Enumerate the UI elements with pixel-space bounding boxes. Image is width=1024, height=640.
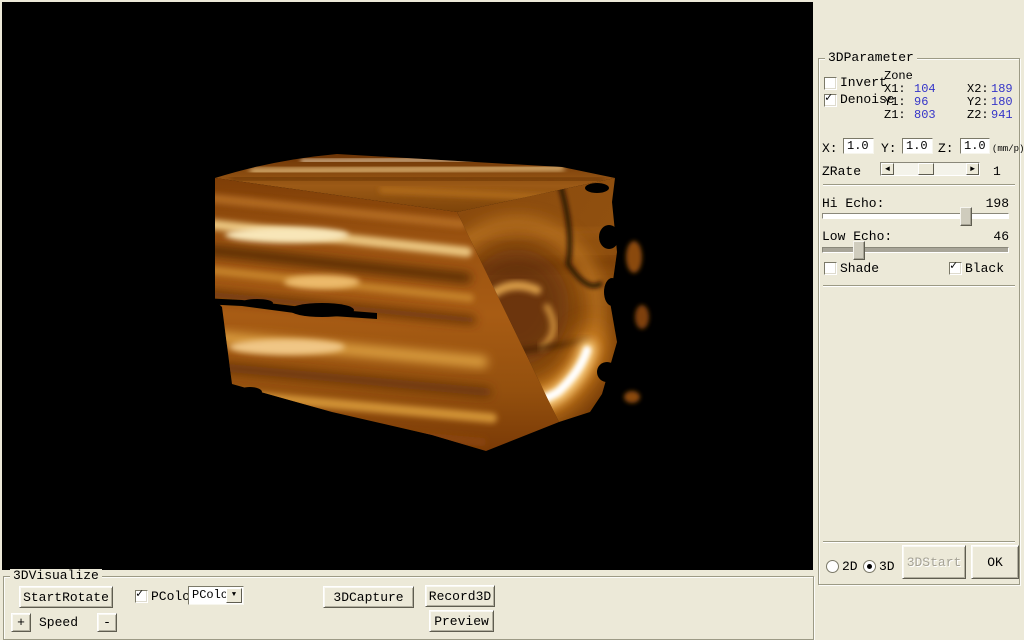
pcolor-checkbox[interactable]: ✓ [135, 590, 148, 603]
low-echo-value: 46 [993, 230, 1009, 243]
hi-echo-slider-thumb[interactable] [960, 207, 972, 226]
zone-z1-value: 803 [914, 109, 936, 121]
scale-unit-label: (mm/p) [992, 143, 1024, 156]
zone-x1-label: X1: [884, 83, 906, 95]
separator [823, 541, 1015, 543]
check-icon: ✓ [136, 588, 143, 600]
zrate-scrollbar[interactable]: ◄ ► [880, 162, 980, 176]
black-label: Black [965, 262, 1004, 275]
speed-minus-button[interactable]: - [97, 613, 117, 632]
visualize-groupbox: 3DVisualize StartRotate ✓ PColor PColor … [3, 576, 814, 640]
shade-label: Shade [840, 262, 879, 275]
separator [823, 285, 1015, 287]
start-rotate-button[interactable]: StartRotate [19, 586, 113, 608]
low-echo-slider-thumb[interactable] [853, 241, 865, 260]
record-3d-button[interactable]: Record3D [425, 585, 495, 607]
scale-z-label: Z: [938, 142, 954, 155]
black-checkbox[interactable]: ✓ [949, 262, 962, 275]
parameter-groupbox: 3DParameter ✓ Invert ✓ Denoise Zone X1: … [818, 58, 1020, 585]
check-icon: ✓ [825, 92, 832, 104]
zrate-scroll-thumb[interactable] [918, 163, 934, 175]
scale-x-input[interactable] [843, 138, 874, 154]
zone-z2-label: Z2: [967, 109, 989, 121]
start-3d-button[interactable]: 3DStart [902, 545, 966, 579]
ok-button[interactable]: OK [971, 545, 1019, 579]
zone-y1-label: Y1: [884, 96, 906, 108]
parameter-group-title: 3DParameter [825, 51, 917, 65]
zone-y2-label: Y2: [967, 96, 989, 108]
shade-checkbox[interactable]: ✓ [824, 262, 837, 275]
render-viewport[interactable] [2, 2, 813, 570]
preview-button[interactable]: Preview [429, 610, 494, 632]
zone-x2-value: 189 [991, 83, 1013, 95]
zone-z2-value: 941 [991, 109, 1013, 121]
zrate-label: ZRate [822, 165, 861, 178]
zone-x2-label: X2: [967, 83, 989, 95]
low-echo-slider[interactable] [822, 247, 1009, 253]
ultrasound-volume [2, 2, 813, 570]
app-window: { "viewport": { "description": "3D ultra… [0, 0, 1024, 640]
mode-3d-label: 3D [879, 560, 895, 573]
zone-title: Zone [884, 70, 913, 82]
zrate-value: 1 [993, 165, 1001, 178]
mode-3d-radio[interactable] [863, 560, 876, 573]
scale-z-input[interactable] [960, 138, 990, 154]
speed-plus-button[interactable]: + [11, 613, 31, 632]
capture-3d-button[interactable]: 3DCapture [323, 586, 414, 608]
scroll-left-icon[interactable]: ◄ [881, 163, 894, 175]
chevron-down-icon[interactable]: ▼ [226, 588, 242, 603]
volume-edge-fragments [624, 241, 649, 403]
mode-2d-radio[interactable] [826, 560, 839, 573]
hi-echo-label: Hi Echo: [822, 197, 884, 210]
denoise-checkbox[interactable]: ✓ [824, 94, 837, 107]
visualize-group-title: 3DVisualize [10, 569, 102, 583]
scale-x-label: X: [822, 142, 838, 155]
zone-z1-label: Z1: [884, 109, 906, 121]
check-icon: ✓ [950, 260, 957, 272]
hi-echo-value: 198 [986, 197, 1009, 210]
scroll-right-icon[interactable]: ► [966, 163, 979, 175]
scale-y-label: Y: [881, 142, 897, 155]
invert-label: Invert [840, 76, 887, 89]
radio-dot [867, 564, 872, 569]
zone-x1-value: 104 [914, 83, 936, 95]
hi-echo-slider[interactable] [822, 213, 1009, 219]
separator [823, 184, 1015, 186]
invert-checkbox[interactable]: ✓ [824, 77, 837, 90]
zone-y2-value: 180 [991, 96, 1013, 108]
zone-y1-value: 96 [914, 96, 928, 108]
scale-y-input[interactable] [902, 138, 933, 154]
speed-label: Speed [39, 616, 78, 629]
mode-2d-label: 2D [842, 560, 858, 573]
pcolor-dropdown[interactable]: PColor ▼ [188, 586, 244, 605]
